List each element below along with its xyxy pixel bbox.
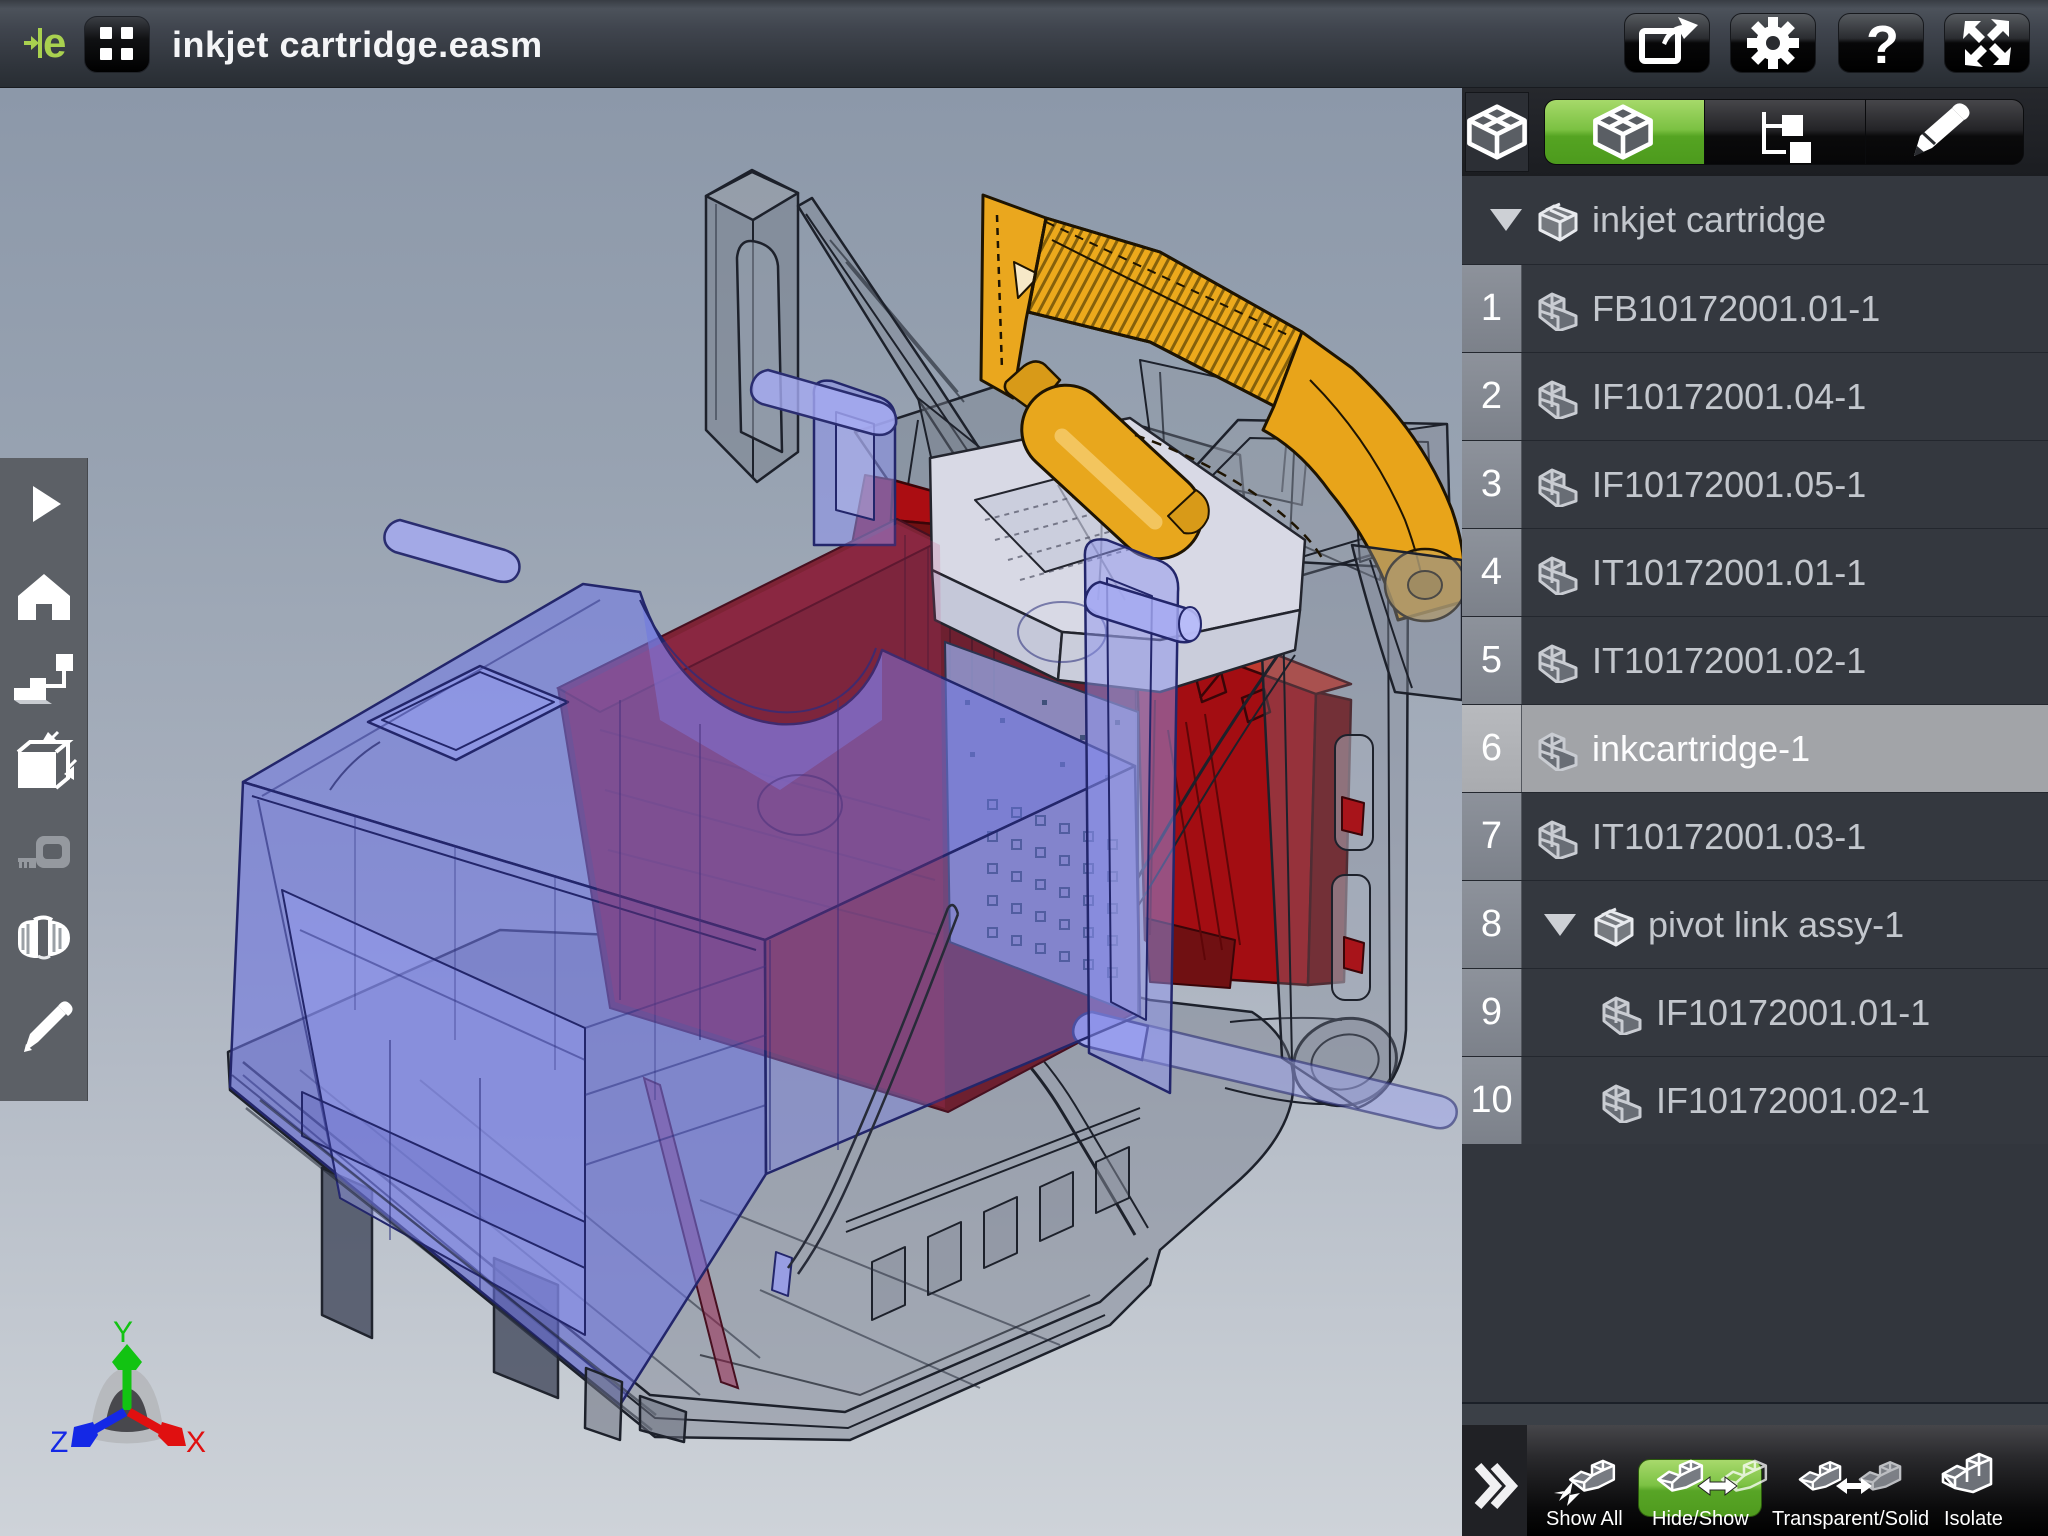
- svg-text:Z: Z: [50, 1426, 68, 1459]
- svg-text:?: ?: [1866, 15, 1899, 75]
- svg-text:Y: Y: [113, 1316, 133, 1349]
- svg-text:X: X: [186, 1426, 206, 1459]
